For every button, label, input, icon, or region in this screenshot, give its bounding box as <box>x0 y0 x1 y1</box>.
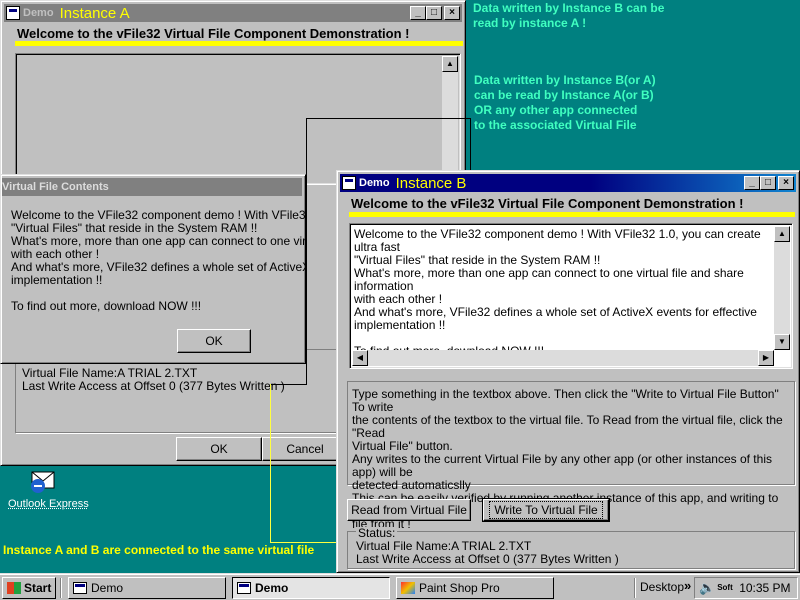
connector-line <box>270 384 271 542</box>
read-from-virtual-file-button[interactable]: Read from Virtual File <box>347 499 471 521</box>
maximize-button[interactable]: □ <box>426 6 442 20</box>
scroll-up-arrow[interactable]: ▲ <box>442 56 458 72</box>
clock[interactable]: 10:35 PM <box>739 581 790 595</box>
start-button[interactable]: Start <box>2 577 56 599</box>
close-button[interactable]: × <box>778 176 794 190</box>
taskbar-divider <box>60 578 62 598</box>
paint-shop-pro-icon <box>401 582 415 594</box>
app-icon <box>73 582 87 594</box>
window-title: Demo <box>359 177 390 189</box>
vertical-scrollbar[interactable]: ▲ <box>442 56 458 182</box>
toolbar-chevron[interactable]: » <box>684 578 691 593</box>
app-icon <box>6 6 20 20</box>
close-button[interactable]: × <box>444 6 460 20</box>
scroll-up-arrow[interactable]: ▲ <box>774 226 790 242</box>
title-underline <box>349 212 795 217</box>
taskbar-item-demo[interactable]: Demo <box>68 577 226 599</box>
maximize-button[interactable]: □ <box>760 176 776 190</box>
last-write-status: Last Write Access at Offset 0 (377 Bytes… <box>22 379 285 393</box>
instance-a-textbox[interactable]: ▲ <box>15 53 461 185</box>
scroll-left-arrow[interactable]: ◀ <box>352 350 368 366</box>
desktop-toolbar-label[interactable]: Desktop <box>640 580 684 594</box>
dialog-message: Welcome to the VFile32 component demo ! … <box>11 209 307 313</box>
connector-line <box>270 384 307 385</box>
annotation-read-by-a: Data written by Instance B can be read b… <box>473 1 665 30</box>
app-icon <box>237 582 251 594</box>
instructions-frame: Type something in the textbox above. The… <box>347 381 795 531</box>
minimize-button[interactable]: _ <box>744 176 760 190</box>
soft-tray-icon[interactable]: Soft <box>717 584 733 592</box>
annotation-same-virtual-file: Instance A and B are connected to the sa… <box>3 543 315 557</box>
vertical-scrollbar[interactable]: ▲ ▼ <box>774 226 790 350</box>
page-title: Welcome to the vFile32 Virtual File Comp… <box>17 26 410 41</box>
dialog-title: Virtual File Contents <box>2 181 109 193</box>
taskbar-item-paint-shop-pro[interactable]: Paint Shop Pro <box>396 577 554 599</box>
taskbar-divider <box>634 578 636 598</box>
window-title: Demo <box>23 7 54 19</box>
minimize-button[interactable]: _ <box>410 6 426 20</box>
scroll-down-arrow[interactable]: ▼ <box>774 334 790 350</box>
scroll-right-arrow[interactable]: ▶ <box>758 350 774 366</box>
outlook-express-label[interactable]: Outlook Express <box>8 498 89 510</box>
outlook-express-icon[interactable] <box>26 468 60 496</box>
dialog-titlebar[interactable]: Virtual File Contents <box>2 178 302 196</box>
connector-line <box>306 118 470 119</box>
instance-b-textbox[interactable]: Welcome to the VFile32 component demo ! … <box>349 223 793 369</box>
instance-label: Instance B <box>395 174 467 192</box>
taskbar-item-label: Demo <box>91 581 124 595</box>
taskbar: Start Demo Demo Paint Shop Pro Desktop »… <box>0 573 800 600</box>
start-label: Start <box>24 581 52 595</box>
taskbar-item-label: Paint Shop Pro <box>419 581 500 595</box>
title-underline <box>15 41 463 46</box>
volume-icon[interactable]: 🔈 <box>699 580 715 596</box>
ok-button[interactable]: OK <box>176 437 262 461</box>
system-tray: 🔈 Soft 10:35 PM <box>694 577 798 599</box>
instance-b-window: Demo Instance B _ □ × Welcome to the vFi… <box>336 170 800 573</box>
connector-line <box>306 118 307 385</box>
virtual-file-contents-dialog: Virtual File Contents Welcome to the VFi… <box>0 174 307 364</box>
horizontal-scrollbar[interactable]: ◀ ▶ <box>352 350 774 366</box>
textbox-content[interactable]: Welcome to the VFile32 component demo ! … <box>354 228 772 358</box>
write-to-virtual-file-button[interactable]: Write To Virtual File <box>482 498 610 522</box>
app-icon <box>342 176 356 190</box>
instance-label: Instance A <box>59 4 130 22</box>
windows-logo-icon <box>7 582 21 594</box>
write-button-label: Write To Virtual File <box>489 501 603 519</box>
last-write-status: Last Write Access at Offset 0 (377 Bytes… <box>356 552 619 566</box>
annotation-shared-file: Data written by Instance B(or A) can be … <box>474 73 656 132</box>
instance-b-titlebar[interactable]: Demo Instance B _ □ × <box>340 174 796 192</box>
page-title: Welcome to the vFile32 Virtual File Comp… <box>351 196 744 211</box>
instance-a-titlebar[interactable]: Demo Instance A _ □ × <box>4 4 462 22</box>
taskbar-item-label: Demo <box>255 581 289 595</box>
status-frame: Status: Virtual File Name:A TRIAL 2.TXT … <box>347 527 795 569</box>
taskbar-item-demo-active[interactable]: Demo <box>232 577 390 599</box>
dialog-ok-button[interactable]: OK <box>177 329 251 353</box>
